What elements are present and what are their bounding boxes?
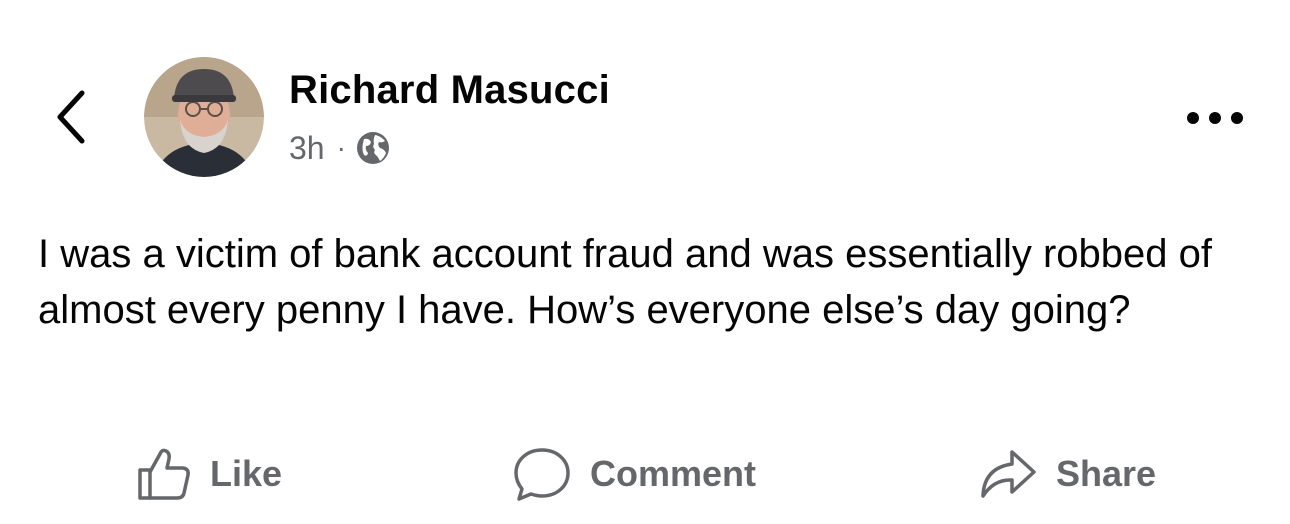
more-options-button[interactable] xyxy=(1180,98,1250,138)
share-arrow-icon xyxy=(981,450,1036,498)
speech-bubble-icon xyxy=(514,448,570,501)
avatar[interactable] xyxy=(144,57,264,177)
author-name[interactable]: Richard Masucci xyxy=(289,68,610,113)
like-label: Like xyxy=(210,453,283,494)
share-button[interactable]: Share xyxy=(978,444,1156,504)
post-meta: 3h · xyxy=(289,128,390,168)
post-text: I was a victim of bank account fraud and… xyxy=(38,232,1212,332)
comment-label: Comment xyxy=(590,453,757,494)
post-timestamp[interactable]: 3h xyxy=(289,130,325,167)
comment-button[interactable]: Comment xyxy=(512,444,756,504)
meta-separator: · xyxy=(336,132,346,163)
back-button[interactable] xyxy=(44,84,98,150)
thumbs-up-icon xyxy=(138,448,190,500)
share-label: Share xyxy=(1056,453,1157,494)
like-button[interactable]: Like xyxy=(136,444,282,504)
more-horizontal-icon xyxy=(1187,112,1243,124)
globe-icon[interactable] xyxy=(356,131,390,165)
chevron-left-icon xyxy=(57,90,85,144)
profile-photo xyxy=(144,57,264,177)
